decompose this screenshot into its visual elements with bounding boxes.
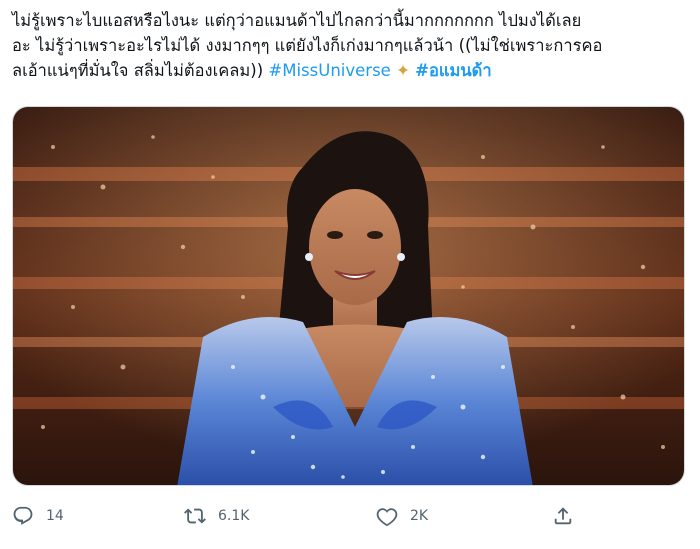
reply-button[interactable]: 14 — [12, 498, 64, 534]
tweet-photo[interactable] — [12, 106, 685, 486]
tweet-text-line-3: ลเอ้าแน่ๆที่มั่นใจ สลิ่มไม่ต้องเคลม)) #M… — [12, 58, 688, 83]
tweet-text-line-1: ไม่รู้เพราะไบแอสหรือไงนะ แต่กุว่าอแมนด้า… — [12, 11, 582, 30]
reply-count: 14 — [46, 508, 64, 524]
hashtag-amanda[interactable]: #อแมนด้า — [415, 61, 492, 80]
reply-icon — [12, 505, 34, 527]
tweet-text: ไม่รู้เพราะไบแอสหรือไงนะ แต่กุว่าอแมนด้า… — [12, 8, 688, 83]
like-button[interactable]: 2K — [376, 498, 428, 534]
hashtag-missuniverse[interactable]: #MissUniverse — [268, 61, 390, 80]
tweet-card: ไม่รู้เพราะไบแอสหรือไงนะ แต่กุว่าอแมนด้า… — [0, 0, 700, 549]
heart-icon — [376, 505, 398, 527]
retweet-icon — [184, 505, 206, 527]
tweet-text-line-2: อะ ไม่รู้ว่าเพราะอะไรไม่ได้ งงมากๆๆ แต่ย… — [12, 36, 603, 55]
tweet-actions: 14 6.1K 2K — [0, 498, 700, 538]
like-count: 2K — [410, 508, 429, 524]
tweet-text-line-3-text: ลเอ้าแน่ๆที่มั่นใจ สลิ่มไม่ต้องเคลม)) — [12, 61, 269, 80]
share-button[interactable] — [552, 498, 574, 534]
sparkle-icon: ✦ — [396, 61, 410, 80]
retweet-button[interactable]: 6.1K — [184, 498, 249, 534]
retweet-count: 6.1K — [218, 508, 250, 524]
photo-image — [13, 107, 684, 485]
share-icon — [552, 505, 574, 527]
